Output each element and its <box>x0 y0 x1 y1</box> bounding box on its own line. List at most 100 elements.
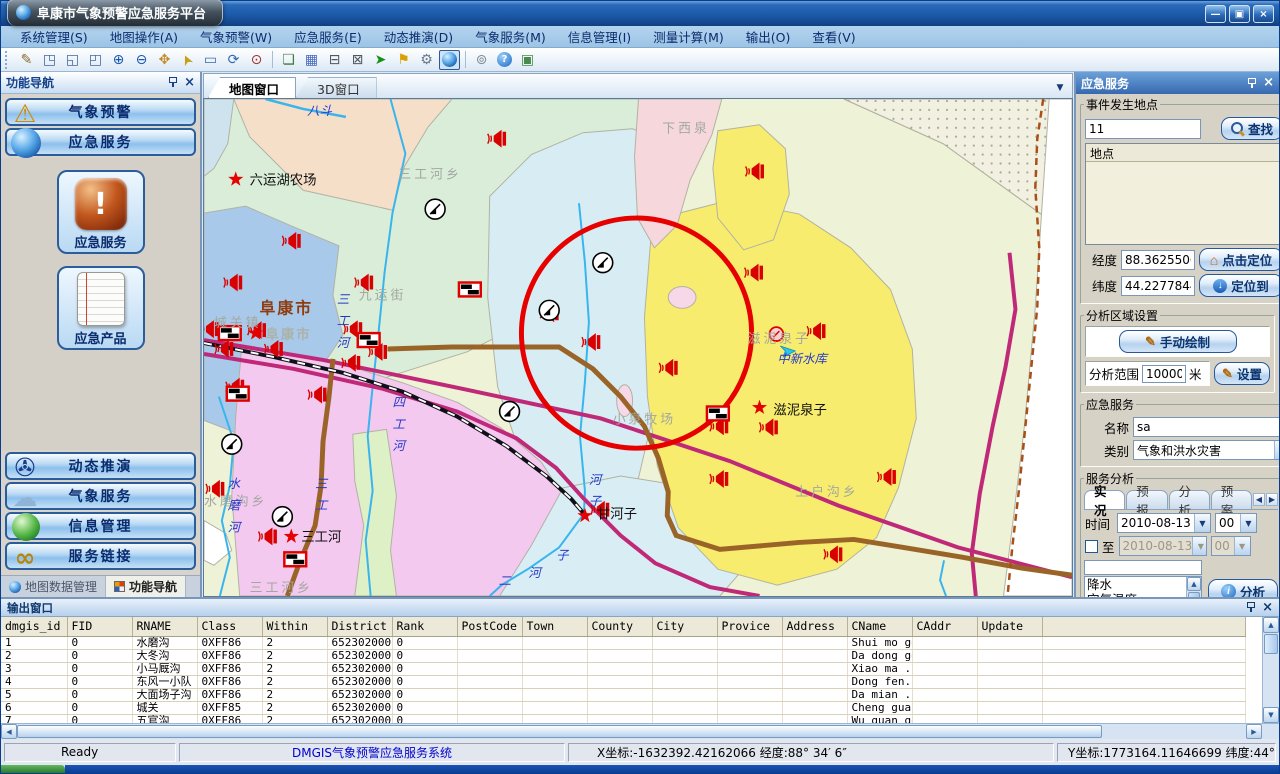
locate-to-button[interactable]: ↓ 定位到 <box>1199 274 1279 297</box>
map-tab-3D窗口[interactable]: 3D窗口 <box>296 77 377 98</box>
nav-group-气象预警[interactable]: ⚠气象预警 <box>5 98 196 126</box>
to-checkbox[interactable] <box>1085 540 1098 553</box>
hour-select[interactable]: 00 ▼ <box>1215 513 1257 533</box>
output-column-header[interactable]: City <box>652 617 717 636</box>
zoom-in-icon[interactable]: ⊕ <box>108 50 129 70</box>
menu-item[interactable]: 气象预警(W) <box>189 25 283 48</box>
output-column-header[interactable]: District <box>327 617 392 636</box>
refresh-icon[interactable]: ⟳ <box>223 50 244 70</box>
location-list[interactable]: 地点 <box>1085 143 1279 245</box>
element-filter-input[interactable] <box>1084 560 1202 575</box>
nav-group-信息管理[interactable]: 信息管理 <box>5 512 196 540</box>
select-poly-icon[interactable]: ◱ <box>62 50 83 70</box>
shortcut-应急产品[interactable]: 应急产品 <box>57 266 145 350</box>
station-icon[interactable] <box>539 300 559 320</box>
map-svg[interactable]: 六运湖农场三工河乡下西泉九运街阜康市城关镇阜康市滋泥泉子中新水库滋泥泉子小泉牧场… <box>204 99 1072 596</box>
full-extent-icon[interactable]: ▭ <box>200 50 221 70</box>
menu-item[interactable]: 测量计算(M) <box>642 25 735 48</box>
dock-tab-地图数据管理[interactable]: 地图数据管理 <box>1 576 106 597</box>
longitude-input[interactable] <box>1121 250 1195 270</box>
tabs-scroll-right-icon[interactable]: ▶ <box>1266 493 1278 506</box>
chevron-down-icon[interactable]: ▼ <box>1194 514 1210 532</box>
nav-group-服务链接[interactable]: ∞服务链接 <box>5 542 196 570</box>
scene-icon[interactable]: ▦ <box>301 50 322 70</box>
close-button[interactable]: × <box>1253 5 1274 23</box>
service-name-input[interactable] <box>1133 417 1279 437</box>
output-column-header[interactable]: dmgis_id <box>1 617 67 636</box>
output-table-row[interactable]: 50大面场子沟0XFF8626523020000Da mian ... <box>1 688 1246 701</box>
menu-item[interactable]: 气象服务(M) <box>464 25 557 48</box>
output-column-header[interactable]: RNAME <box>132 617 197 636</box>
menu-item[interactable]: 地图操作(A) <box>99 25 189 48</box>
latitude-input[interactable] <box>1121 276 1195 296</box>
print-setup-icon[interactable]: ⊠ <box>347 50 368 70</box>
tabs-scroll-left-icon[interactable]: ◀ <box>1253 493 1265 506</box>
zoom-out-icon[interactable]: ⊖ <box>131 50 152 70</box>
chevron-down-icon[interactable]: ▼ <box>1274 441 1279 459</box>
analysis-tab-预案[interactable]: 预案 <box>1211 490 1252 509</box>
select-point-icon[interactable]: ◰ <box>85 50 106 70</box>
map-window-menu-button[interactable]: ▼ <box>1052 80 1068 95</box>
set-range-button[interactable]: ✎ 设置 <box>1214 362 1270 385</box>
menu-item[interactable]: 动态推演(D) <box>373 25 464 48</box>
output-column-header[interactable]: Town <box>522 617 587 636</box>
nav-group-气象服务[interactable]: ☁气象服务 <box>5 482 196 510</box>
date-select[interactable]: 2010-08-13 ▼ <box>1117 513 1211 533</box>
pin-icon[interactable] <box>168 77 177 88</box>
menu-item[interactable]: 应急服务(E) <box>283 25 373 48</box>
flag-icon[interactable] <box>459 283 481 297</box>
close-panel-icon[interactable]: × <box>1263 78 1274 88</box>
output-column-header[interactable] <box>1042 617 1246 636</box>
hour-to-select[interactable]: 00 ▼ <box>1211 536 1251 556</box>
shortcut-应急服务[interactable]: !应急服务 <box>57 170 145 254</box>
help-icon[interactable]: ? <box>494 50 515 70</box>
nav-group-动态推演[interactable]: ✇动态推演 <box>5 452 196 480</box>
output-table-row[interactable]: 20大冬沟0XFF8626523020000Da dong gou <box>1 649 1246 662</box>
output-column-header[interactable]: FID <box>67 617 132 636</box>
output-column-header[interactable]: Rank <box>392 617 457 636</box>
scrollbar-thumb[interactable] <box>17 725 1102 738</box>
output-column-header[interactable]: Update <box>977 617 1042 636</box>
output-column-header[interactable]: Class <box>197 617 262 636</box>
hotspot-icon[interactable]: ⚑ <box>393 50 414 70</box>
output-column-header[interactable]: PostCode <box>457 617 522 636</box>
scroll-up-icon[interactable]: ▲ <box>1187 577 1201 591</box>
chevron-down-icon[interactable]: ▼ <box>1240 514 1256 532</box>
flag-icon[interactable] <box>284 552 306 566</box>
scroll-right-icon[interactable]: ▶ <box>1246 724 1262 739</box>
globe-icon[interactable] <box>439 50 460 70</box>
station-icon[interactable] <box>272 507 292 527</box>
analysis-tab-分析[interactable]: 分析 <box>1169 490 1210 509</box>
toolbar-grip[interactable] <box>5 51 11 69</box>
scrollbar-thumb[interactable] <box>1264 634 1278 654</box>
print-icon[interactable]: ⊟ <box>324 50 345 70</box>
pin-icon[interactable] <box>1247 78 1256 89</box>
output-vertical-scrollbar[interactable]: ▲ ▼ <box>1262 617 1279 723</box>
settings-icon[interactable]: ⚙ <box>416 50 437 70</box>
minimize-button[interactable]: — <box>1205 5 1226 23</box>
scroll-down-icon[interactable]: ▼ <box>1263 707 1279 723</box>
close-output-icon[interactable]: × <box>1262 603 1273 613</box>
menu-item[interactable]: 查看(V) <box>801 25 866 48</box>
map-regions[interactable] <box>204 99 1072 596</box>
menu-item[interactable]: 系统管理(S) <box>9 25 99 48</box>
output-column-header[interactable]: CAddr <box>912 617 977 636</box>
output-column-header[interactable]: County <box>587 617 652 636</box>
output-column-header[interactable]: CName <box>847 617 912 636</box>
output-column-header[interactable]: Provice <box>717 617 782 636</box>
output-table-row[interactable]: 30小马厩沟0XFF8626523020000Xiao ma ... <box>1 662 1246 675</box>
pointer-icon[interactable]: ➤ <box>174 46 201 73</box>
station-icon[interactable] <box>222 434 242 454</box>
restore-button[interactable]: ▣ <box>1229 5 1250 23</box>
menu-item[interactable]: 信息管理(I) <box>557 25 642 48</box>
location-search-input[interactable] <box>1085 119 1201 139</box>
output-horizontal-scrollbar[interactable]: ◀ ▶ <box>1 723 1279 739</box>
flag-icon[interactable] <box>358 333 380 347</box>
pan-icon[interactable]: ✥ <box>154 50 175 70</box>
flag-icon[interactable] <box>707 407 729 421</box>
nav-group-应急服务[interactable]: 应急服务 <box>5 128 196 156</box>
map-canvas[interactable]: 六运湖农场三工河乡下西泉九运街阜康市城关镇阜康市滋泥泉子中新水库滋泥泉子小泉牧场… <box>203 98 1073 597</box>
manual-draw-button[interactable]: ✎ 手动绘制 <box>1119 330 1237 353</box>
element-list-item[interactable]: 降水 <box>1087 577 1186 592</box>
pin-icon[interactable] <box>1246 602 1255 613</box>
